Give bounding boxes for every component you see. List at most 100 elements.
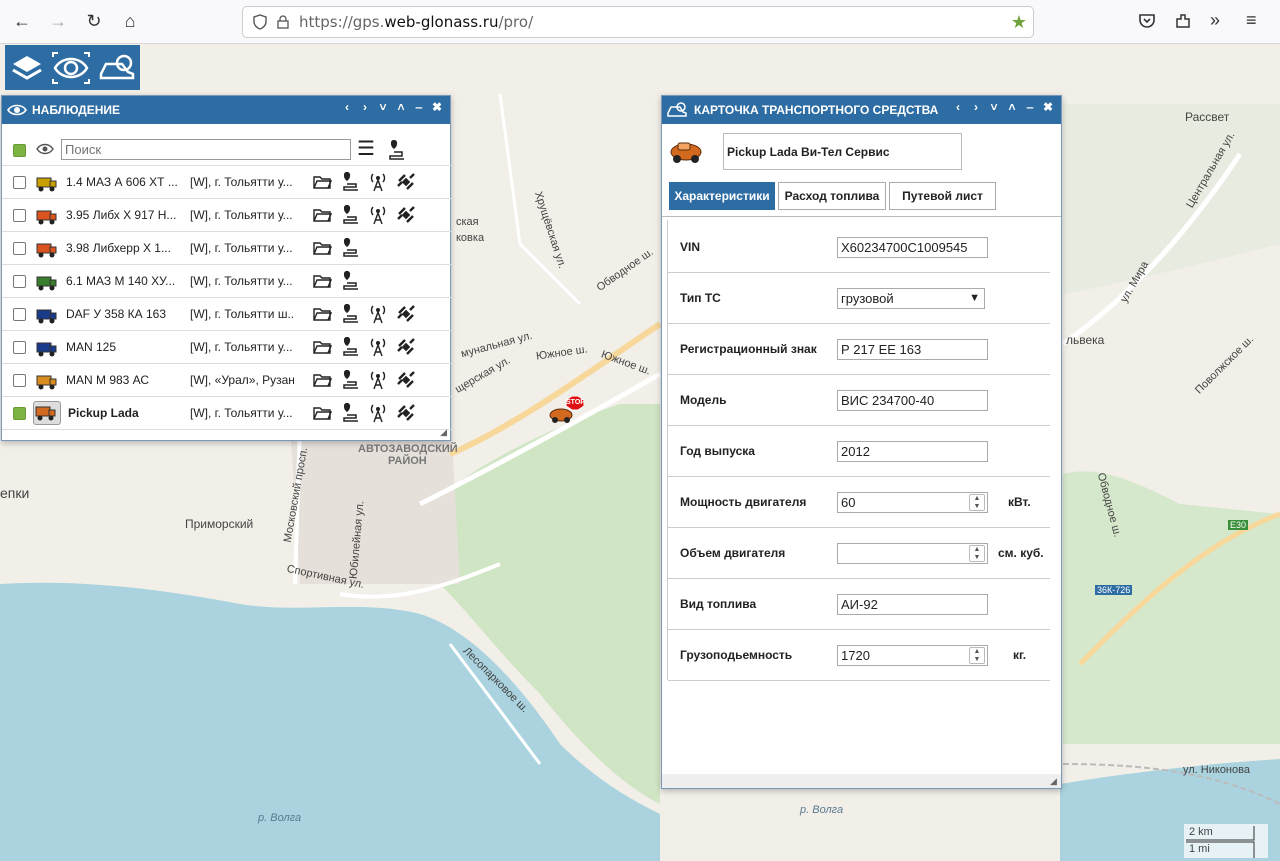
overflow-icon[interactable]: » bbox=[1210, 10, 1220, 31]
spinner-icon[interactable]: ▲ ▼ bbox=[969, 544, 985, 562]
text-input[interactable]: Р 217 ЕЕ 163 bbox=[837, 338, 988, 360]
route-icon[interactable] bbox=[340, 270, 360, 291]
vehicle-checkbox[interactable] bbox=[13, 406, 26, 420]
folder-icon[interactable] bbox=[312, 238, 333, 258]
vehicle-checkbox[interactable] bbox=[13, 307, 26, 321]
bookmark-star-icon[interactable]: ★ bbox=[1011, 12, 1027, 33]
prev-icon[interactable]: ‹ bbox=[338, 100, 356, 114]
antenna-icon[interactable] bbox=[368, 304, 388, 324]
vehicle-row[interactable]: MAN М 983 АС [W], «Урал», Рузан... bbox=[2, 364, 452, 397]
pocket-icon[interactable] bbox=[1138, 12, 1156, 30]
text-input[interactable]: ВИС 234700-40 bbox=[837, 389, 988, 411]
minimize-icon[interactable]: ‒ bbox=[1021, 100, 1039, 114]
expand-icon[interactable]: ˄ bbox=[392, 100, 410, 114]
vehicle-name-field[interactable]: Pickup Lada Ви-Тел Сервис bbox=[723, 133, 962, 170]
select-all-checkbox[interactable] bbox=[13, 144, 26, 157]
text-input[interactable]: X60234700C1009545 bbox=[837, 236, 988, 258]
resize-handle[interactable]: ◢ bbox=[440, 427, 447, 438]
vehicle-row[interactable]: Pickup Lada [W], г. Тольятти у... bbox=[2, 397, 452, 430]
route-icon[interactable] bbox=[340, 402, 360, 423]
reload-icon[interactable]: ↻ bbox=[78, 6, 110, 38]
folder-icon[interactable] bbox=[312, 205, 333, 225]
back-icon[interactable]: ← bbox=[6, 6, 38, 38]
antenna-icon[interactable] bbox=[368, 337, 388, 357]
eye-icon[interactable] bbox=[52, 51, 91, 84]
list-icon[interactable]: ☰ bbox=[357, 139, 375, 159]
number-input[interactable]: 60 ▲ ▼ bbox=[837, 491, 988, 513]
vehicle-marker[interactable]: STOP bbox=[548, 396, 585, 426]
vehicle-checkbox[interactable] bbox=[13, 373, 26, 387]
close-icon[interactable]: ✖ bbox=[1039, 100, 1057, 114]
close-icon[interactable]: ✖ bbox=[428, 100, 446, 114]
antenna-icon[interactable] bbox=[368, 172, 388, 192]
route-icon[interactable] bbox=[340, 204, 360, 225]
number-input[interactable]: 1720 ▲ ▼ bbox=[837, 644, 988, 666]
folder-icon[interactable] bbox=[312, 172, 333, 192]
home-icon[interactable]: ⌂ bbox=[114, 6, 146, 38]
route-icon[interactable] bbox=[340, 303, 360, 324]
vehicle-row[interactable]: 6.1 МАЗ М 140 ХУ... [W], г. Тольятти у... bbox=[2, 265, 452, 298]
menu-icon[interactable]: ≡ bbox=[1246, 10, 1257, 31]
route-icon[interactable] bbox=[340, 336, 360, 357]
route-icon[interactable] bbox=[340, 369, 360, 390]
extensions-icon[interactable] bbox=[1174, 12, 1192, 30]
satellite-icon[interactable] bbox=[396, 205, 416, 225]
eye-icon[interactable] bbox=[35, 141, 55, 157]
satellite-icon[interactable] bbox=[396, 403, 416, 423]
vehicle-card-header[interactable]: КАРТОЧКА ТРАНСПОРТНОГО СРЕДСТВА ‹ › ˅ ˄ … bbox=[662, 96, 1061, 124]
vehicle-checkbox[interactable] bbox=[13, 274, 26, 288]
layers-icon[interactable] bbox=[9, 52, 45, 84]
route-icon[interactable] bbox=[386, 139, 406, 160]
folder-icon[interactable] bbox=[312, 403, 333, 423]
forward-icon[interactable]: → bbox=[42, 6, 74, 38]
spinner-icon[interactable]: ▲ ▼ bbox=[969, 493, 985, 511]
folder-icon[interactable] bbox=[312, 370, 333, 390]
vehicle-settings-icon[interactable] bbox=[98, 52, 136, 84]
field-label: Регистрационный знак bbox=[680, 342, 817, 356]
minimize-icon[interactable]: ‒ bbox=[410, 100, 428, 114]
text-input[interactable]: 2012 bbox=[837, 440, 988, 462]
folder-icon[interactable] bbox=[312, 271, 333, 291]
spinner-icon[interactable]: ▲ ▼ bbox=[969, 646, 985, 664]
collapse-icon[interactable]: ˅ bbox=[374, 100, 392, 114]
antenna-icon[interactable] bbox=[368, 370, 388, 390]
next-icon[interactable]: › bbox=[967, 100, 985, 114]
vehicle-type-select[interactable]: грузовой ▼ bbox=[837, 287, 985, 309]
expand-icon[interactable]: ˄ bbox=[1003, 100, 1021, 114]
vehicle-row[interactable]: DAF У 358 КА 163 [W], г. Тольятти ш... bbox=[2, 298, 452, 331]
vehicle-name: 3.95 Либх Х 917 Н... bbox=[66, 208, 177, 222]
vehicle-checkbox[interactable] bbox=[13, 241, 26, 255]
vehicle-settings-icon bbox=[666, 102, 688, 118]
text-input[interactable]: АИ-92 bbox=[837, 593, 988, 615]
vehicle-row[interactable]: 3.95 Либх Х 917 Н... [W], г. Тольятти у..… bbox=[2, 199, 452, 232]
observe-panel-header[interactable]: НАБЛЮДЕНИЕ ‹ › ˅ ˄ ‒ ✖ bbox=[2, 96, 450, 124]
vehicle-row[interactable]: 1.4 МАЗ А 606 ХТ ... [W], г. Тольятти у..… bbox=[2, 166, 452, 199]
route-icon[interactable] bbox=[340, 171, 360, 192]
tab-fuel[interactable]: Расход топлива bbox=[778, 182, 886, 210]
vehicle-checkbox[interactable] bbox=[13, 208, 26, 222]
satellite-icon[interactable] bbox=[396, 304, 416, 324]
satellite-icon[interactable] bbox=[396, 337, 416, 357]
search-input[interactable] bbox=[61, 139, 351, 160]
resize-handle[interactable]: ◢ bbox=[1050, 776, 1057, 787]
vehicle-actions bbox=[312, 336, 416, 357]
vehicle-checkbox[interactable] bbox=[13, 175, 26, 189]
antenna-icon[interactable] bbox=[368, 403, 388, 423]
vehicle-row[interactable]: MAN 125 [W], г. Тольятти у... bbox=[2, 331, 452, 364]
next-icon[interactable]: › bbox=[356, 100, 374, 114]
tab-characteristics[interactable]: Характеристики bbox=[669, 182, 775, 210]
folder-icon[interactable] bbox=[312, 337, 333, 357]
satellite-icon[interactable] bbox=[396, 370, 416, 390]
url-bar[interactable]: https://gps.web-glonass.ru/pro/ ★ bbox=[242, 6, 1034, 38]
tab-waybill[interactable]: Путевой лист bbox=[889, 182, 996, 210]
route-icon[interactable] bbox=[340, 237, 360, 258]
vehicle-row[interactable]: 3.98 Либхерр Х 1... [W], г. Тольятти у... bbox=[2, 232, 452, 265]
satellite-icon[interactable] bbox=[396, 172, 416, 192]
vehicle-checkbox[interactable] bbox=[13, 340, 26, 354]
antenna-icon[interactable] bbox=[368, 205, 388, 225]
collapse-icon[interactable]: ˅ bbox=[985, 100, 1003, 114]
number-input[interactable]: ▲ ▼ bbox=[837, 542, 988, 564]
folder-icon[interactable] bbox=[312, 304, 333, 324]
prev-icon[interactable]: ‹ bbox=[949, 100, 967, 114]
map-label: АВТОЗАВОДСКИЙ bbox=[358, 443, 458, 455]
